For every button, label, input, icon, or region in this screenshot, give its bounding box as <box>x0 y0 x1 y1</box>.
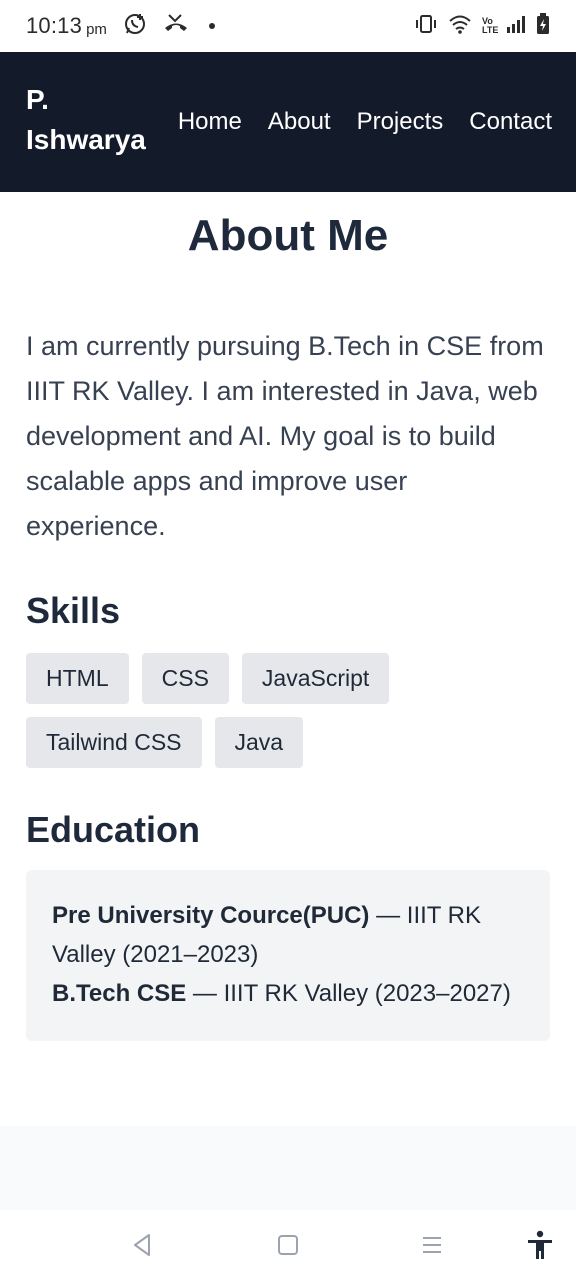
status-ampm: pm <box>86 20 107 38</box>
skill-chip: JavaScript <box>241 653 390 704</box>
accessibility-icon[interactable] <box>526 1230 554 1265</box>
nav-link-home[interactable]: Home <box>178 104 242 140</box>
whatsapp-icon <box>123 12 147 41</box>
education-degree: B.Tech CSE <box>52 980 187 1007</box>
signal-icon <box>506 14 526 39</box>
skill-chip: Tailwind CSS <box>26 717 202 768</box>
page-footer <box>0 1126 576 1210</box>
skills-list: HTML CSS JavaScript Tailwind CSS Java <box>26 653 550 768</box>
status-bar: 10:13 pm Vo LTE <box>0 0 576 52</box>
education-entry: B.Tech CSE — IIIT RK Valley (2023–2027) <box>52 974 524 1013</box>
education-degree: Pre University Cource(PUC) <box>52 902 370 929</box>
main-content: About Me I am currently pursuing B.Tech … <box>0 192 576 1041</box>
education-heading: Education <box>26 809 201 850</box>
nav-link-contact[interactable]: Contact <box>469 104 552 140</box>
vibrate-icon <box>414 13 438 40</box>
skill-chip: Java <box>214 717 304 768</box>
status-time: 10:13 <box>26 13 83 38</box>
nav-link-projects[interactable]: Projects <box>357 104 444 140</box>
system-nav-bar <box>0 1210 576 1280</box>
wifi-icon <box>448 13 472 40</box>
skill-chip: HTML <box>26 653 129 704</box>
recents-icon[interactable] <box>420 1232 444 1263</box>
skill-chip: CSS <box>141 653 229 704</box>
missed-call-icon <box>163 12 189 41</box>
site-brand[interactable]: P. Ishwarya <box>26 80 166 160</box>
battery-icon <box>536 12 550 40</box>
volte-icon: Vo LTE <box>482 16 499 35</box>
nav-links: Home About Projects Contact <box>178 104 552 140</box>
skills-heading: Skills <box>26 590 121 631</box>
education-card: Pre University Cource(PUC) — IIIT RK Val… <box>26 870 550 1041</box>
page-title: About Me <box>187 211 389 260</box>
notification-dot <box>208 23 215 29</box>
education-detail: — IIIT RK Valley (2023–2027) <box>186 980 511 1007</box>
nav-link-about[interactable]: About <box>268 104 331 140</box>
education-entry: Pre University Cource(PUC) — IIIT RK Val… <box>52 896 524 974</box>
about-intro: I am currently pursuing B.Tech in CSE fr… <box>26 331 544 541</box>
site-navbar: P. Ishwarya Home About Projects Contact <box>0 52 576 192</box>
home-icon[interactable] <box>276 1232 300 1263</box>
back-icon[interactable] <box>130 1232 154 1263</box>
